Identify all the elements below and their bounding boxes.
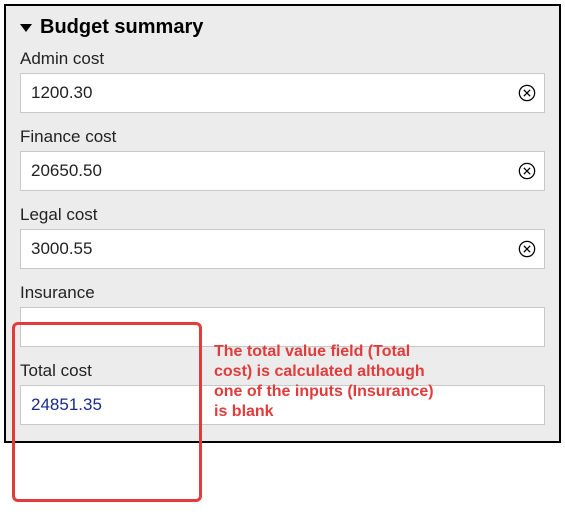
total-cost-group: Total cost 24851.35 bbox=[20, 361, 545, 425]
total-cost-value: 24851.35 bbox=[20, 385, 545, 425]
insurance-input-wrap bbox=[20, 307, 545, 347]
admin-cost-group: Admin cost bbox=[20, 49, 545, 113]
budget-summary-panel: Budget summary Admin cost Finance cost bbox=[4, 4, 561, 443]
legal-cost-input-wrap bbox=[20, 229, 545, 269]
close-circle-icon bbox=[518, 162, 536, 180]
finance-cost-label: Finance cost bbox=[20, 127, 545, 147]
insurance-group: Insurance bbox=[20, 283, 545, 347]
admin-cost-clear-button[interactable] bbox=[517, 83, 537, 103]
admin-cost-label: Admin cost bbox=[20, 49, 545, 69]
finance-cost-input[interactable] bbox=[20, 151, 545, 191]
finance-cost-group: Finance cost bbox=[20, 127, 545, 191]
caret-down-icon bbox=[20, 24, 32, 32]
close-circle-icon bbox=[518, 240, 536, 258]
legal-cost-clear-button[interactable] bbox=[517, 239, 537, 259]
admin-cost-input[interactable] bbox=[20, 73, 545, 113]
legal-cost-group: Legal cost bbox=[20, 205, 545, 269]
admin-cost-input-wrap bbox=[20, 73, 545, 113]
legal-cost-input[interactable] bbox=[20, 229, 545, 269]
legal-cost-label: Legal cost bbox=[20, 205, 545, 225]
panel-header[interactable]: Budget summary bbox=[20, 16, 545, 39]
close-circle-icon bbox=[518, 84, 536, 102]
finance-cost-clear-button[interactable] bbox=[517, 161, 537, 181]
finance-cost-input-wrap bbox=[20, 151, 545, 191]
panel-title: Budget summary bbox=[40, 16, 203, 39]
insurance-input[interactable] bbox=[20, 307, 545, 347]
insurance-label: Insurance bbox=[20, 283, 545, 303]
total-cost-label: Total cost bbox=[20, 361, 545, 381]
